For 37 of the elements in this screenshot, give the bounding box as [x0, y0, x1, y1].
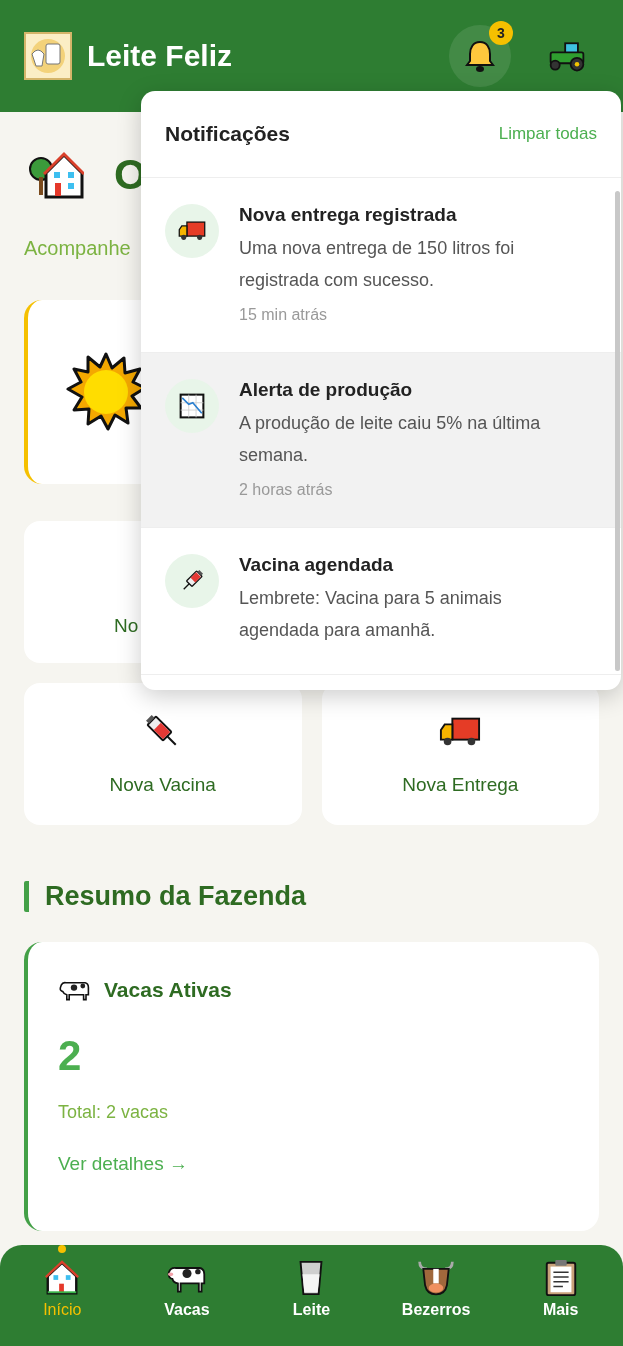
- stat-value: 2: [58, 1032, 83, 1080]
- active-dot: [58, 1245, 67, 1253]
- notification-badge: 3: [489, 21, 513, 45]
- bell-icon: [462, 38, 498, 74]
- panel-title: Notificações: [165, 122, 290, 146]
- notification-text: Uma nova entrega de 150 litros foi registrada com sucesso.: [239, 237, 516, 292]
- nav-tab[interactable]: Início: [12, 1259, 113, 1319]
- scrollbar[interactable]: [615, 191, 620, 671]
- section-title: Resumo da Fazenda: [24, 881, 599, 912]
- quick-action-label: Nova Entrega: [402, 774, 519, 796]
- details-link[interactable]: Ver detalhes →: [58, 1153, 188, 1175]
- nav-tab[interactable]: Bezerros: [386, 1259, 487, 1319]
- notification-title: Vacina agendada: [239, 554, 395, 576]
- quick-action-label: No: [113, 615, 139, 637]
- page-subtitle: Acompanhe: [24, 237, 131, 260]
- notification-text: Lembrete: Vacina para 5 animais agendada para amanhã.: [239, 587, 503, 642]
- notification-title: Alerta de produção: [239, 379, 414, 401]
- chart-icon: [178, 393, 206, 419]
- notification-time: 2 horas atrás: [239, 481, 334, 499]
- stat-total: Total: 2 vacas: [58, 1102, 170, 1123]
- quick-action-label: Nova Vacina: [109, 774, 216, 796]
- app-title: Leite Feliz: [87, 39, 233, 73]
- notification-title: Nova entrega registrada: [239, 204, 458, 226]
- clear-all-link[interactable]: Limpar todas: [498, 124, 597, 144]
- logo-icon: [24, 32, 72, 80]
- nav-tab[interactable]: Mais: [510, 1259, 611, 1319]
- nav-tab[interactable]: Vacas: [136, 1259, 237, 1319]
- tractor-icon[interactable]: [547, 39, 587, 73]
- notification-item[interactable]: Nova entrega registrada Uma nova entrega de 150 litros foi registrada com sucesso. 15 min atrás: [141, 178, 621, 353]
- notification-item[interactable]: Vacina agendada Lembrete: Vacina para 5 animais agendada para amanhã.: [141, 528, 621, 675]
- nav-tab[interactable]: Leite: [261, 1259, 362, 1319]
- notification-time: 15 min atrás: [239, 306, 329, 324]
- notification-text: A produção de leite caiu 5% na última semana.: [239, 412, 542, 467]
- stat-title: Vacas Ativas: [104, 978, 232, 1002]
- quick-action-card[interactable]: Nova Vacina: [24, 683, 302, 825]
- notification-item[interactable]: Alerta de produção A produção de leite caiu 5% na última semana. 2 horas atrás: [141, 353, 621, 528]
- bull-head-icon: [416, 1259, 457, 1297]
